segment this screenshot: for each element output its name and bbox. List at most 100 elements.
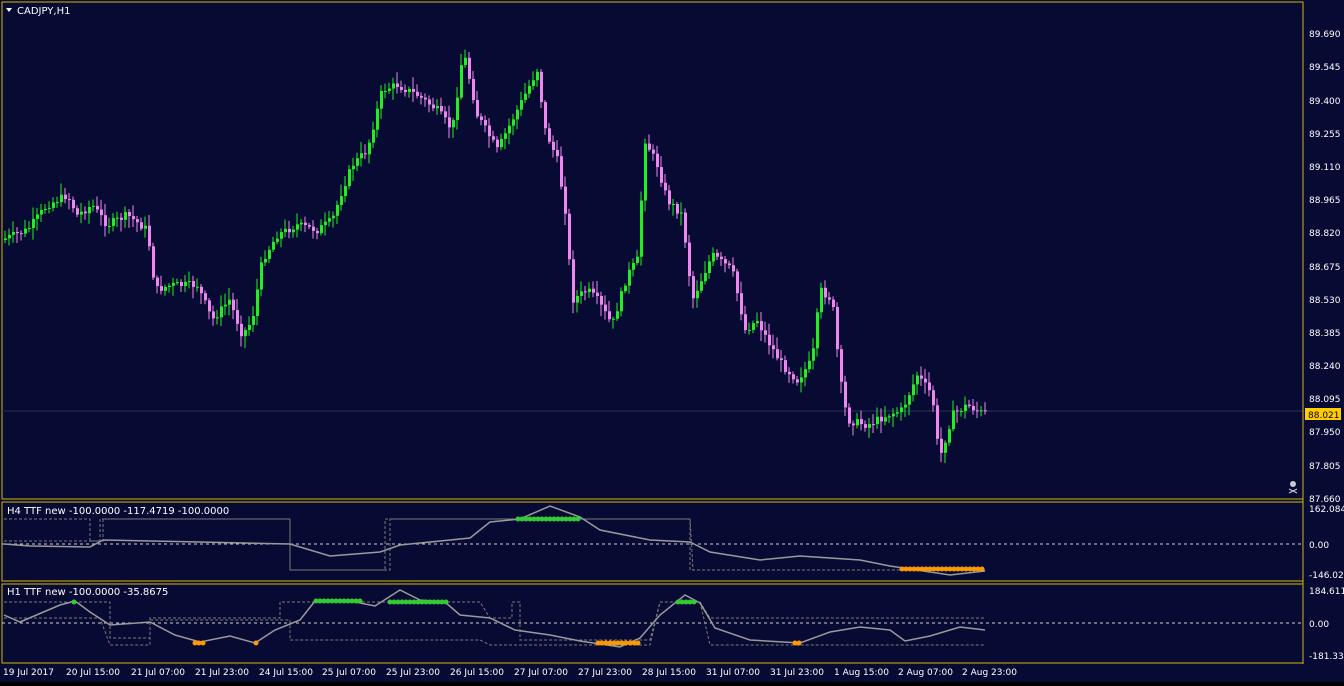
h1-axis-min: -181.334 [1309,652,1344,662]
oversold-dot [200,640,206,646]
candle-body [416,91,419,96]
time-tick: 31 Jul 07:00 [706,668,760,678]
time-tick: 2 Aug 23:00 [962,668,1017,678]
time-tick: 20 Jul 15:00 [66,668,120,678]
candle-body [20,233,23,235]
candle-body [708,261,711,274]
candle-body [676,203,679,214]
candle-body [180,282,183,286]
candle-body [160,286,163,291]
candle-body [840,349,843,382]
candle-body [448,117,451,128]
h1-indicator-title: H1 TTF new -100.0000 -35.8675 [7,587,168,598]
candle-body [464,57,467,66]
oversold-dot [635,640,641,646]
candle-body [392,83,395,89]
candle-body [348,169,351,187]
chart-canvas[interactable]: CADJPY,H1 89.690 89.545 89.400 89.255 89… [0,0,1344,682]
candle-body [192,281,195,287]
candle-body [908,395,911,405]
candle-body [196,286,199,288]
overbought-dot [357,598,363,604]
candle-body [828,297,831,300]
candle-body [468,57,471,79]
candle-body [888,416,891,418]
candle-body [904,404,907,408]
candle-body [976,410,979,412]
candle-body [404,89,407,93]
candle-body [100,209,103,216]
candle-body [344,186,347,197]
candle-body [952,410,955,430]
candle-body [808,360,811,370]
candle-body [712,252,715,262]
price-tick: 88.385 [1309,329,1341,339]
chart-background [0,0,1344,682]
candle-body [64,194,67,200]
candle-body [172,282,175,286]
candle-body [184,281,187,286]
candle-body [752,323,755,330]
candle-body [532,80,535,86]
candle-body [452,120,455,128]
candle-body [188,281,191,283]
candle-body [356,158,359,166]
candle-body [936,405,939,439]
candle-body [984,410,987,412]
candle-body [408,88,411,93]
candle-body [724,259,727,264]
candle-body [692,276,695,299]
candle-body [380,90,383,109]
candle-body [204,293,207,301]
candle-body [396,83,399,88]
candle-body [220,306,223,318]
candle-body [592,288,595,293]
candle-body [600,296,603,305]
time-tick: 26 Jul 15:00 [450,668,504,678]
candle-body [920,375,923,379]
candle-body [124,212,127,220]
candle-body [164,287,167,291]
candle-body [788,371,791,375]
candle-body [96,205,99,210]
candle-body [528,85,531,94]
overbought-dot [575,516,581,522]
candle-body [516,109,519,120]
candle-body [88,206,91,214]
candle-body [272,241,275,250]
candle-body [848,407,851,424]
overbought-dot [71,599,77,605]
candle-body [364,153,367,155]
candle-body [224,304,227,307]
candle-body [704,273,707,282]
candle-body [240,323,243,337]
h1-axis-zero: 0.00 [1309,620,1329,630]
chart-title: CADJPY,H1 [17,6,70,17]
candle-body [4,238,7,240]
price-tick: 88.820 [1309,229,1341,239]
candle-body [912,384,915,396]
candle-body [932,390,935,406]
candle-body [796,379,799,383]
candle-body [228,299,231,305]
candle-body [268,249,271,259]
candle-body [420,95,423,98]
oversold-dot [796,640,802,646]
candle-body [876,416,879,425]
candle-body [824,287,827,298]
candle-body [660,167,663,183]
candle-body [584,291,587,293]
candle-body [264,258,267,263]
current-price-label: 88.021 [1308,411,1340,421]
candle-body [684,212,687,243]
time-tick: 21 Jul 07:00 [131,668,185,678]
candle-body [744,314,747,331]
candle-body [332,215,335,219]
trading-chart-window[interactable]: CADJPY,H1 89.690 89.545 89.400 89.255 89… [0,0,1344,682]
candle-body [360,153,363,159]
price-tick: 87.950 [1309,428,1341,438]
candle-body [880,416,883,422]
candle-body [776,349,779,359]
candle-body [860,419,863,425]
candle-body [60,194,63,203]
